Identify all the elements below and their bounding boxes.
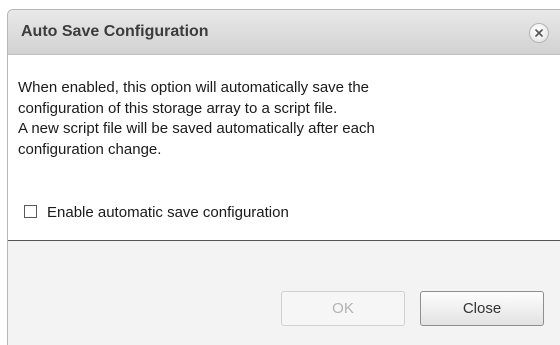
page: Auto Save Configuration When enabled, th… (0, 0, 560, 345)
close-glyph (535, 29, 543, 37)
description-line: configuration of this storage array to a… (18, 99, 338, 117)
description-line: A new script file will be saved automati… (18, 120, 375, 137)
description-line: When enabled, this option will automatic… (18, 79, 370, 96)
description-line: configuration change. (18, 140, 162, 158)
enable-auto-save-label[interactable]: Enable automatic save configuration (47, 204, 289, 221)
dialog-title: Auto Save Configuration (21, 23, 209, 40)
close-button[interactable]: Close (420, 291, 544, 326)
dialog-content: When enabled, this option will automatic… (8, 55, 560, 241)
close-x-icon[interactable] (529, 23, 549, 43)
dialog-footer: OK Close (8, 241, 560, 345)
description-text: When enabled, this option will automatic… (18, 78, 538, 160)
auto-save-dialog: Auto Save Configuration When enabled, th… (7, 9, 560, 345)
dialog-title-bar[interactable]: Auto Save Configuration (8, 10, 560, 55)
enable-auto-save-checkbox[interactable] (24, 204, 37, 218)
enable-auto-save-option[interactable]: Enable automatic save configuration (24, 202, 289, 222)
ok-button[interactable]: OK (281, 291, 405, 326)
